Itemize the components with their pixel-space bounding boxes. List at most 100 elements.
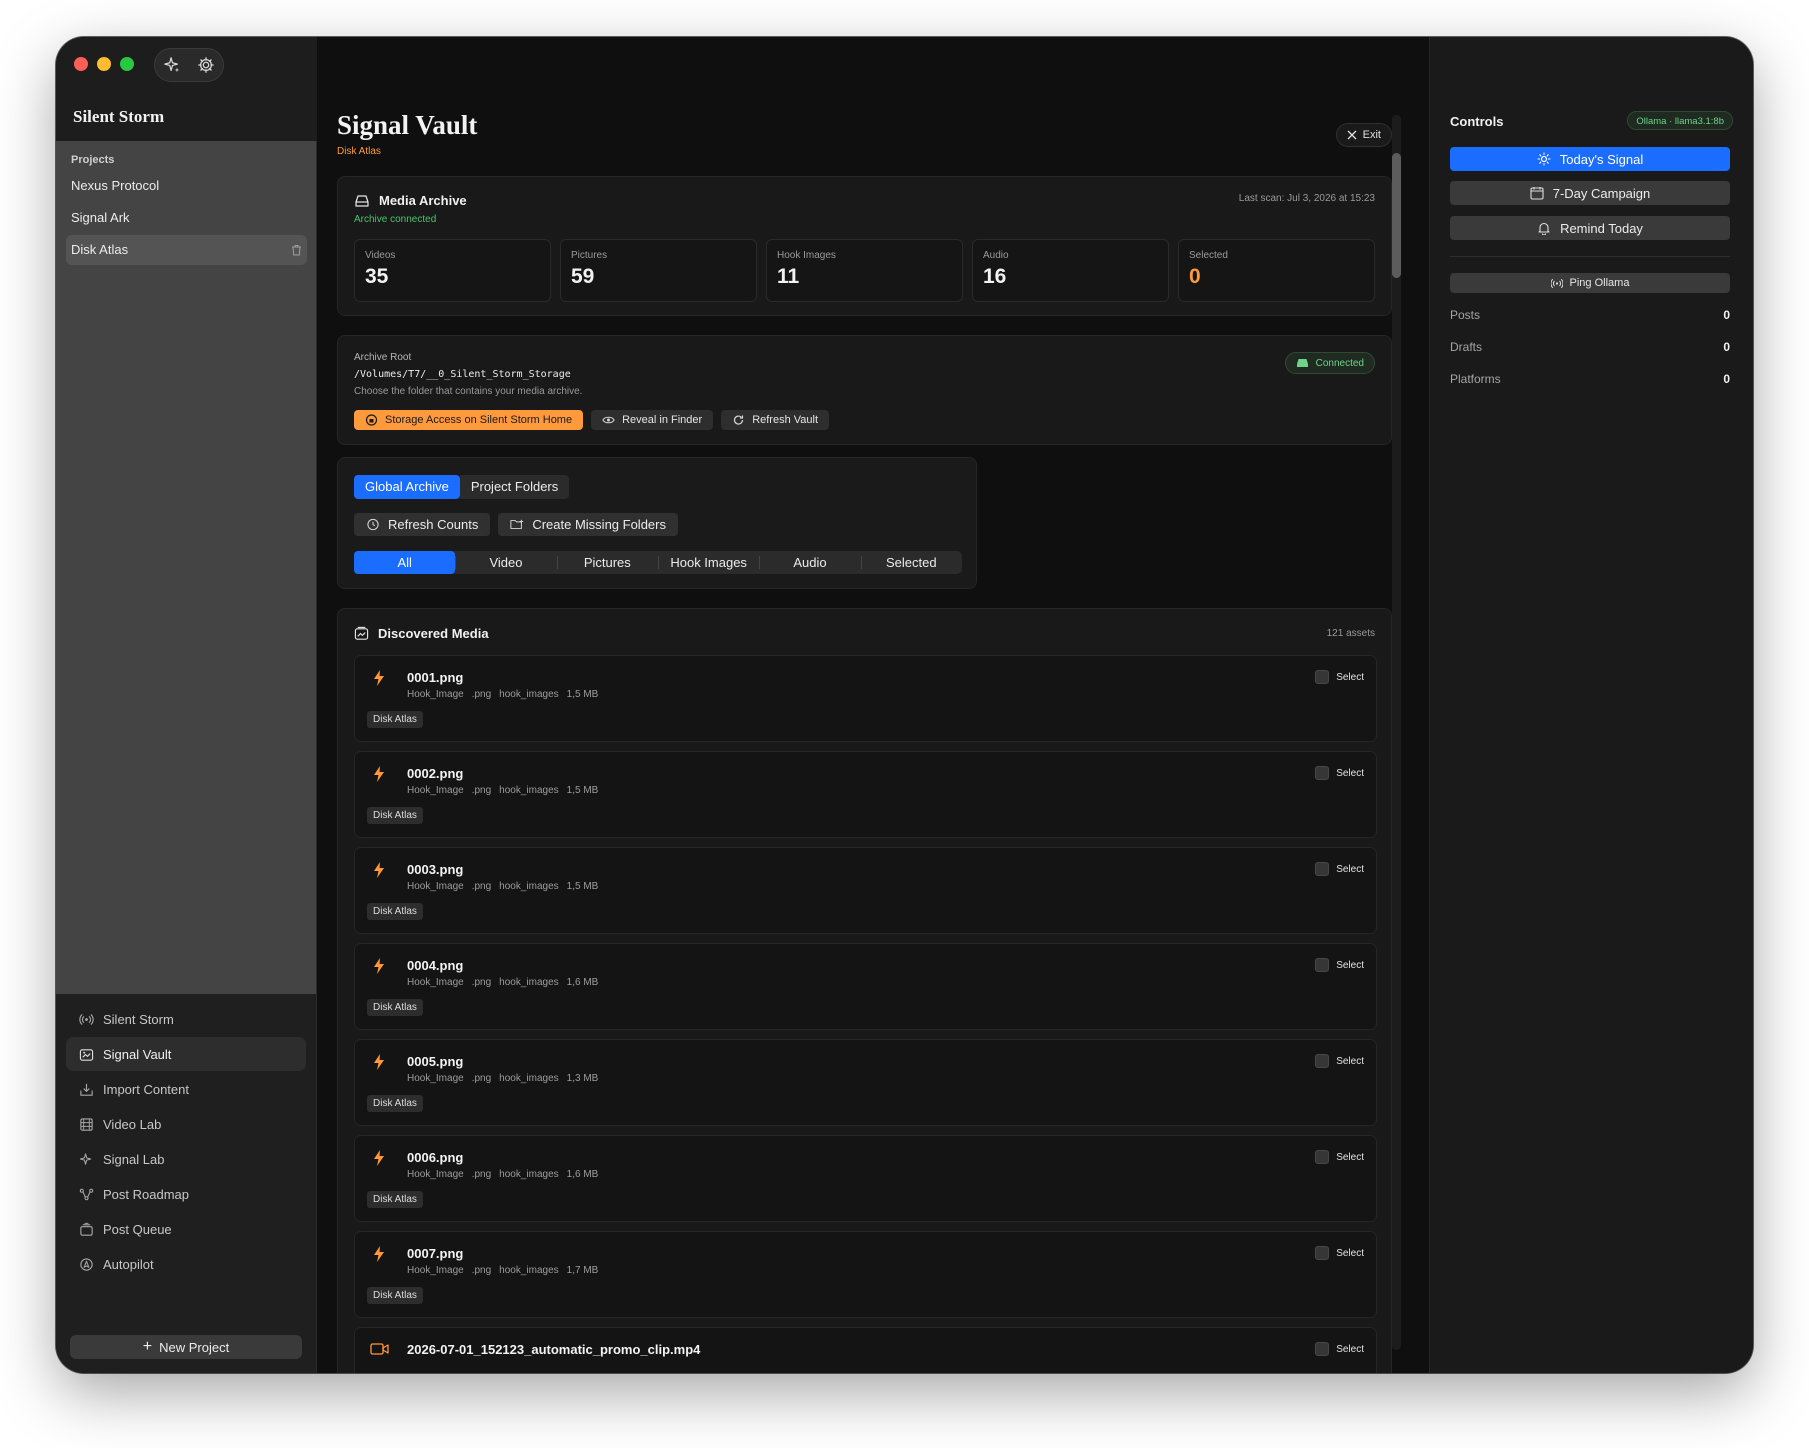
reveal-in-finder-button[interactable]: Reveal in Finder	[591, 410, 714, 430]
select-checkbox[interactable]: Select	[1315, 1054, 1364, 1068]
gear-icon[interactable]	[197, 56, 215, 74]
media-ext: .png	[471, 1265, 492, 1276]
media-item[interactable]: 0007.png Hook_Image .png hook_images 1,7 MB…	[354, 1231, 1377, 1318]
todays-signal-button[interactable]: Today's Signal	[1450, 147, 1730, 171]
main-scroll-area[interactable]: Signal Vault Disk Atlas Exit Media Archi…	[337, 37, 1401, 1373]
media-item[interactable]: 0006.png Hook_Image .png hook_images 1,6 MB…	[354, 1135, 1377, 1222]
nav-item-post-roadmap[interactable]: Post Roadmap	[66, 1177, 306, 1211]
media-item[interactable]: 0002.png Hook_Image .png hook_images 1,5 MB…	[354, 751, 1377, 838]
filter-all[interactable]: All	[354, 551, 456, 574]
main-content: Signal Vault Disk Atlas Exit Media Archi…	[317, 37, 1429, 1373]
checkbox-box[interactable]	[1315, 670, 1330, 684]
media-ext: .png	[471, 881, 492, 892]
reveal-label: Reveal in Finder	[622, 414, 703, 426]
storage-access-button[interactable]: Storage Access on Silent Storm Home	[354, 410, 584, 430]
select-checkbox[interactable]: Select	[1315, 1342, 1364, 1356]
tab-global-archive[interactable]: Global Archive	[354, 475, 460, 499]
select-checkbox[interactable]: Select	[1315, 1150, 1364, 1164]
media-item[interactable]: 0003.png Hook_Image .png hook_images 1,5 MB…	[354, 847, 1377, 934]
queue-icon	[80, 1222, 93, 1236]
select-checkbox[interactable]: Select	[1315, 670, 1364, 684]
plus-icon: +	[142, 1338, 153, 1355]
checkbox-box[interactable]	[1315, 1342, 1330, 1356]
project-item-nexus-protocol[interactable]: Nexus Protocol	[66, 171, 307, 201]
nav-item-video-lab[interactable]: Video Lab	[66, 1107, 306, 1141]
trash-icon[interactable]	[291, 244, 302, 256]
select-checkbox[interactable]: Select	[1315, 1246, 1364, 1260]
project-item-disk-atlas[interactable]: Disk Atlas	[66, 235, 307, 265]
media-item-meta: Hook_Image .png hook_images 1,5 MB	[407, 689, 598, 700]
filter-audio[interactable]: Audio	[759, 551, 860, 574]
new-project-button[interactable]: + New Project	[70, 1335, 302, 1359]
zoom-window-button[interactable]	[120, 57, 134, 71]
filter-video[interactable]: Video	[455, 551, 556, 574]
project-item-signal-ark[interactable]: Signal Ark	[66, 203, 307, 233]
nav-item-post-queue[interactable]: Post Queue	[66, 1212, 306, 1246]
select-checkbox[interactable]: Select	[1315, 766, 1364, 780]
eye-icon	[602, 416, 615, 424]
nav-item-import-content[interactable]: Import Content	[66, 1072, 306, 1106]
checkbox-box[interactable]	[1315, 1054, 1330, 1068]
close-window-button[interactable]	[74, 57, 88, 71]
refresh-vault-button[interactable]: Refresh Vault	[721, 410, 830, 430]
nav-label: Signal Vault	[103, 1046, 172, 1062]
create-missing-folders-button[interactable]: Create Missing Folders	[498, 513, 678, 536]
checkbox-box[interactable]	[1315, 1246, 1330, 1260]
nav-item-signal-vault[interactable]: Signal Vault	[66, 1037, 306, 1071]
stat-value: 11	[777, 265, 800, 288]
refresh-counts-button[interactable]: Refresh Counts	[354, 513, 491, 536]
media-item-name: 0004.png	[407, 958, 464, 973]
nav-label: Import Content	[103, 1081, 189, 1097]
scope-tabs: Global Archive Project Folders	[354, 475, 570, 499]
sidebar-header: Silent Storm	[56, 37, 317, 141]
todays-signal-label: Today's Signal	[1559, 151, 1644, 167]
stat-row-drafts: Drafts 0	[1450, 340, 1730, 354]
tab-project-folders[interactable]: Project Folders	[459, 475, 570, 499]
bolt-icon	[374, 1054, 384, 1070]
app-title: Silent Storm	[73, 107, 165, 126]
checkbox-box[interactable]	[1315, 766, 1330, 780]
remind-today-button[interactable]: Remind Today	[1450, 216, 1730, 240]
media-ext: .png	[471, 785, 492, 796]
media-item[interactable]: 0001.png Hook_Image .png hook_images 1,5 MB…	[354, 655, 1377, 742]
archive-root-actions: Storage Access on Silent Storm Home Reve…	[354, 410, 830, 430]
nav-item-signal-lab[interactable]: Signal Lab	[66, 1142, 306, 1176]
scrollbar-thumb[interactable]	[1392, 153, 1401, 278]
controls-title: Controls	[1450, 114, 1504, 129]
select-checkbox[interactable]: Select	[1315, 862, 1364, 876]
nav-item-autopilot[interactable]: Autopilot	[66, 1247, 306, 1281]
refresh-icon	[734, 415, 744, 425]
checkbox-box[interactable]	[1315, 1150, 1330, 1164]
project-tag: Disk Atlas	[367, 711, 423, 728]
stat-selected: Selected 0	[1178, 239, 1375, 302]
media-ext: .png	[471, 1073, 492, 1084]
discovered-media-heading: Discovered Media	[354, 626, 489, 641]
create-folders-label: Create Missing Folders	[532, 517, 666, 532]
checkbox-box[interactable]	[1315, 862, 1330, 876]
ping-ollama-button[interactable]: Ping Ollama	[1450, 273, 1730, 293]
filter-pictures[interactable]: Pictures	[556, 551, 658, 574]
select-checkbox[interactable]: Select	[1315, 958, 1364, 972]
sparkle-icon[interactable]	[163, 56, 181, 74]
media-item[interactable]: 2026-07-01_152123_automatic_promo_clip.m…	[354, 1327, 1377, 1373]
nav-item-silent-storm[interactable]: Silent Storm	[66, 1002, 306, 1036]
exit-button[interactable]: Exit	[1335, 123, 1392, 147]
media-list: 0001.png Hook_Image .png hook_images 1,5 MB…	[354, 655, 1377, 1373]
seven-day-campaign-button[interactable]: 7-Day Campaign	[1450, 181, 1730, 205]
filter-selected[interactable]: Selected	[860, 551, 962, 574]
filter-actions: Refresh Counts Create Missing Folders	[354, 513, 678, 536]
exit-label: Exit	[1362, 129, 1381, 141]
media-size: 1,6 MB	[566, 977, 599, 988]
minimize-window-button[interactable]	[97, 57, 111, 71]
vertical-scrollbar[interactable]	[1392, 115, 1401, 1350]
connected-badge: Connected	[1284, 352, 1375, 374]
bolt-icon	[374, 862, 384, 878]
filter-hook-images[interactable]: Hook Images	[657, 551, 759, 574]
refresh-counts-label: Refresh Counts	[388, 517, 479, 532]
checkbox-box[interactable]	[1315, 958, 1330, 972]
nav-label: Signal Lab	[103, 1151, 165, 1167]
media-item[interactable]: 0005.png Hook_Image .png hook_images 1,3 MB…	[354, 1039, 1377, 1126]
media-item[interactable]: 0004.png Hook_Image .png hook_images 1,6 MB…	[354, 943, 1377, 1030]
window-controls	[74, 57, 134, 71]
video-icon	[370, 1343, 389, 1355]
